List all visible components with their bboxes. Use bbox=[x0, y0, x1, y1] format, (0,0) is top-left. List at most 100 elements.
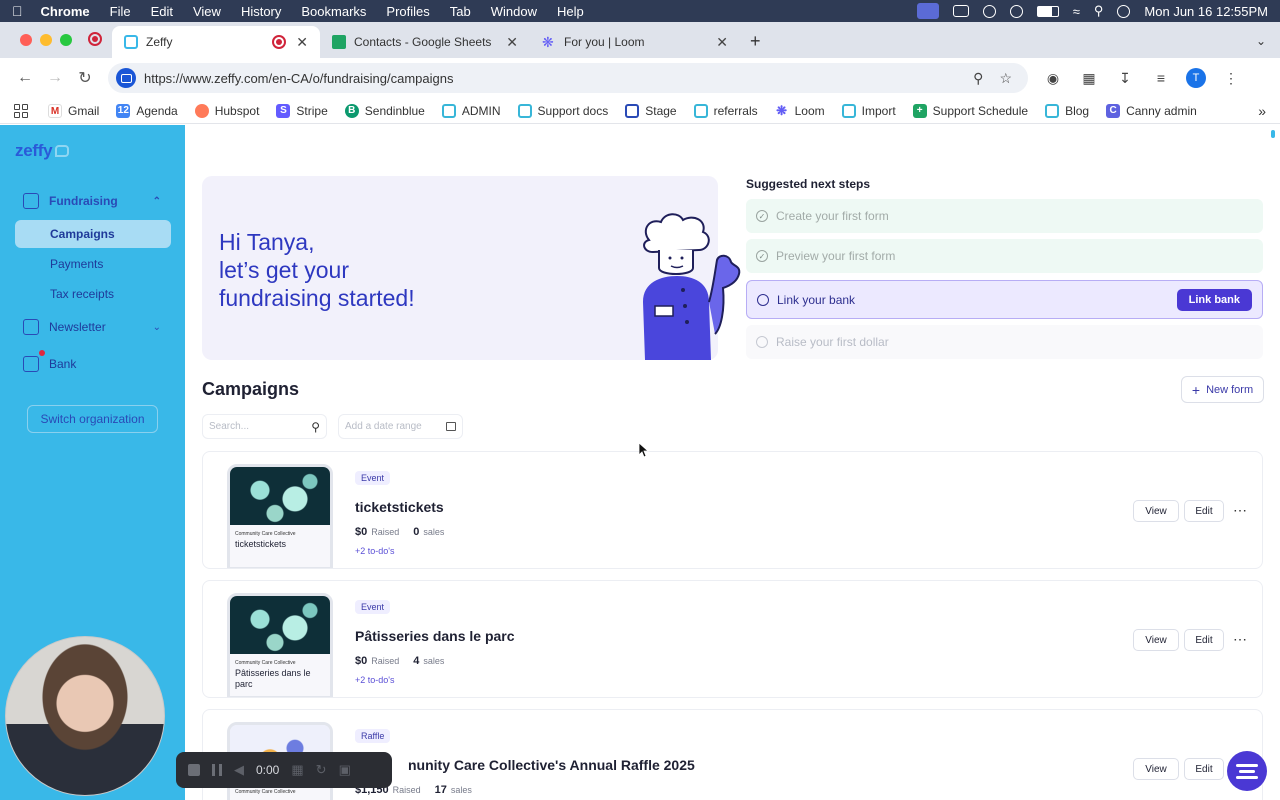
menu-profiles[interactable]: Profiles bbox=[386, 4, 429, 19]
view-button[interactable]: View bbox=[1133, 500, 1179, 522]
step-create-first-form[interactable]: ✓ Create your first form bbox=[746, 199, 1263, 233]
moon-icon[interactable] bbox=[1009, 4, 1023, 18]
restart-icon[interactable]: ↻ bbox=[316, 762, 327, 778]
campaign-todos-link[interactable]: +2 to-do's bbox=[355, 675, 395, 685]
battery-icon[interactable] bbox=[1036, 5, 1059, 17]
rewind-icon[interactable]: ◀ bbox=[234, 762, 244, 778]
new-form-button[interactable]: + New form bbox=[1181, 376, 1264, 403]
edit-button[interactable]: Edit bbox=[1184, 629, 1224, 651]
notion-icon[interactable] bbox=[952, 5, 969, 17]
delete-icon[interactable]: ▣ bbox=[339, 762, 351, 778]
view-button[interactable]: View bbox=[1133, 758, 1179, 780]
bookmark-gmail[interactable]: M Gmail bbox=[48, 103, 99, 118]
bookmark-support-docs[interactable]: Support docs bbox=[517, 103, 608, 118]
pause-icon[interactable] bbox=[212, 764, 222, 776]
menu-help[interactable]: Help bbox=[557, 4, 584, 19]
campaign-card[interactable]: Community Care Collective Pâtisseries da… bbox=[202, 580, 1263, 698]
tab-loom[interactable]: ❋ For you | Loom ✕ bbox=[530, 26, 740, 58]
menu-view[interactable]: View bbox=[193, 4, 221, 19]
apple-menu-icon[interactable]:  bbox=[12, 3, 23, 19]
profile-avatar[interactable]: T bbox=[1186, 68, 1206, 88]
apps-grid-icon[interactable] bbox=[14, 103, 28, 118]
bookmark-blog[interactable]: Blog bbox=[1045, 103, 1089, 118]
address-bar[interactable]: https://www.zeffy.com/en-CA/o/fundraisin… bbox=[108, 63, 1028, 93]
forward-arrow-icon[interactable]: → bbox=[40, 69, 70, 87]
edit-button[interactable]: Edit bbox=[1184, 758, 1224, 780]
extensions-puzzle-icon[interactable]: ▦ bbox=[1078, 70, 1100, 87]
menu-edit[interactable]: Edit bbox=[151, 4, 173, 19]
bookmark-import[interactable]: Import bbox=[841, 103, 896, 118]
step-raise-first-dollar[interactable]: Raise your first dollar bbox=[746, 325, 1263, 359]
play-icon[interactable] bbox=[982, 4, 996, 18]
close-tab-icon[interactable]: ✕ bbox=[506, 34, 518, 51]
screen-share-icon[interactable] bbox=[916, 3, 939, 19]
view-button[interactable]: View bbox=[1133, 629, 1179, 651]
menu-window[interactable]: Window bbox=[491, 4, 537, 19]
bookmark-support-schedule[interactable]: + Support Schedule bbox=[912, 103, 1028, 118]
more-options-icon[interactable]: ⋯ bbox=[1233, 631, 1248, 648]
campaign-card[interactable]: Community Care Collective ticketstickets… bbox=[202, 451, 1263, 569]
menu-tab[interactable]: Tab bbox=[450, 4, 471, 19]
tab-google-sheets[interactable]: Contacts - Google Sheets ✕ bbox=[320, 26, 530, 58]
more-bookmarks-icon[interactable]: » bbox=[1258, 103, 1266, 119]
bookmark-loom[interactable]: ❋ Loom bbox=[775, 103, 824, 118]
bookmark-hubspot[interactable]: Hubspot bbox=[194, 103, 259, 118]
campaign-name[interactable]: nunity Care Collective's Annual Raffle 2… bbox=[408, 757, 695, 773]
switch-organization-button[interactable]: Switch organization bbox=[27, 405, 158, 433]
close-tab-icon[interactable]: ✕ bbox=[716, 34, 728, 51]
sidebar-item-campaigns[interactable]: Campaigns bbox=[15, 220, 171, 248]
menubar-clock[interactable]: Mon Jun 16 12:55PM bbox=[1144, 4, 1268, 19]
bookmark-star-icon[interactable]: ☆ bbox=[999, 70, 1012, 87]
scroll-indicator[interactable] bbox=[1271, 130, 1275, 138]
close-tab-icon[interactable]: ✕ bbox=[296, 34, 308, 51]
bookmark-sendinblue[interactable]: B Sendinblue bbox=[344, 103, 425, 118]
calendar-icon[interactable] bbox=[446, 422, 456, 431]
campaign-todos-link[interactable]: +2 to-do's bbox=[355, 546, 395, 556]
campaign-name[interactable]: Pâtisseries dans le parc bbox=[355, 628, 515, 644]
browser-menu-icon[interactable]: ⋮ bbox=[1220, 70, 1242, 87]
drawing-tools-icon[interactable]: ▦ bbox=[291, 762, 303, 778]
sidebar-item-tax-receipts[interactable]: Tax receipts bbox=[15, 280, 171, 308]
minimize-window-icon[interactable] bbox=[40, 34, 52, 46]
download-icon[interactable]: ↧ bbox=[1114, 70, 1136, 87]
menu-bookmarks[interactable]: Bookmarks bbox=[301, 4, 366, 19]
zoom-icon[interactable]: ⚲ bbox=[973, 70, 983, 87]
link-bank-button[interactable]: Link bank bbox=[1176, 288, 1252, 311]
media-control-icon[interactable]: ≡ bbox=[1150, 70, 1172, 86]
tab-search-chevron-icon[interactable]: ⌄ bbox=[1242, 34, 1280, 58]
menu-app-name[interactable]: Chrome bbox=[41, 4, 90, 19]
spotlight-icon[interactable]: ⚲ bbox=[1094, 3, 1104, 19]
bookmark-canny-admin[interactable]: C Canny admin bbox=[1106, 103, 1197, 118]
reload-icon[interactable]: ↻ bbox=[70, 68, 100, 88]
sidebar-item-payments[interactable]: Payments bbox=[15, 250, 171, 278]
search-icon[interactable]: ⚲ bbox=[311, 420, 320, 434]
edit-button[interactable]: Edit bbox=[1184, 500, 1224, 522]
url-text[interactable]: https://www.zeffy.com/en-CA/o/fundraisin… bbox=[144, 71, 965, 86]
more-options-icon[interactable]: ⋯ bbox=[1233, 502, 1248, 519]
site-info-icon[interactable] bbox=[116, 68, 136, 88]
bookmark-stage[interactable]: Stage bbox=[625, 103, 677, 118]
sidebar-item-fundraising[interactable]: Fundraising ⌃ bbox=[15, 187, 171, 215]
search-input[interactable]: Search... ⚲ bbox=[202, 414, 327, 439]
extension-icon[interactable]: ◉ bbox=[1042, 70, 1064, 87]
bookmark-stripe[interactable]: S Stripe bbox=[276, 103, 328, 118]
maximize-window-icon[interactable] bbox=[60, 34, 72, 46]
sidebar-item-newsletter[interactable]: Newsletter ⌄ bbox=[15, 313, 171, 341]
campaign-thumbnail[interactable]: Community Care Collective ticketstickets bbox=[227, 464, 333, 568]
control-center-icon[interactable] bbox=[1117, 4, 1131, 18]
tab-zeffy[interactable]: Zeffy ✕ bbox=[112, 26, 320, 58]
bookmark-admin[interactable]: ADMIN bbox=[441, 103, 501, 118]
menu-history[interactable]: History bbox=[241, 4, 281, 19]
wifi-icon[interactable]: ≈ bbox=[1073, 4, 1080, 19]
campaign-thumbnail[interactable]: Community Care Collective Pâtisseries da… bbox=[227, 593, 333, 697]
help-chat-button[interactable] bbox=[1227, 751, 1267, 791]
menu-file[interactable]: File bbox=[110, 4, 131, 19]
step-link-your-bank[interactable]: Link your bank Link bank bbox=[746, 280, 1263, 319]
campaign-name[interactable]: ticketstickets bbox=[355, 499, 444, 515]
step-preview-first-form[interactable]: ✓ Preview your first form bbox=[746, 239, 1263, 273]
chevron-up-icon[interactable]: ⌃ bbox=[153, 196, 161, 207]
bookmark-agenda[interactable]: 12 Agenda bbox=[116, 103, 178, 118]
back-arrow-icon[interactable]: ← bbox=[10, 69, 40, 87]
chevron-down-icon[interactable]: ⌄ bbox=[153, 322, 161, 333]
date-range-input[interactable]: Add a date range bbox=[338, 414, 463, 439]
